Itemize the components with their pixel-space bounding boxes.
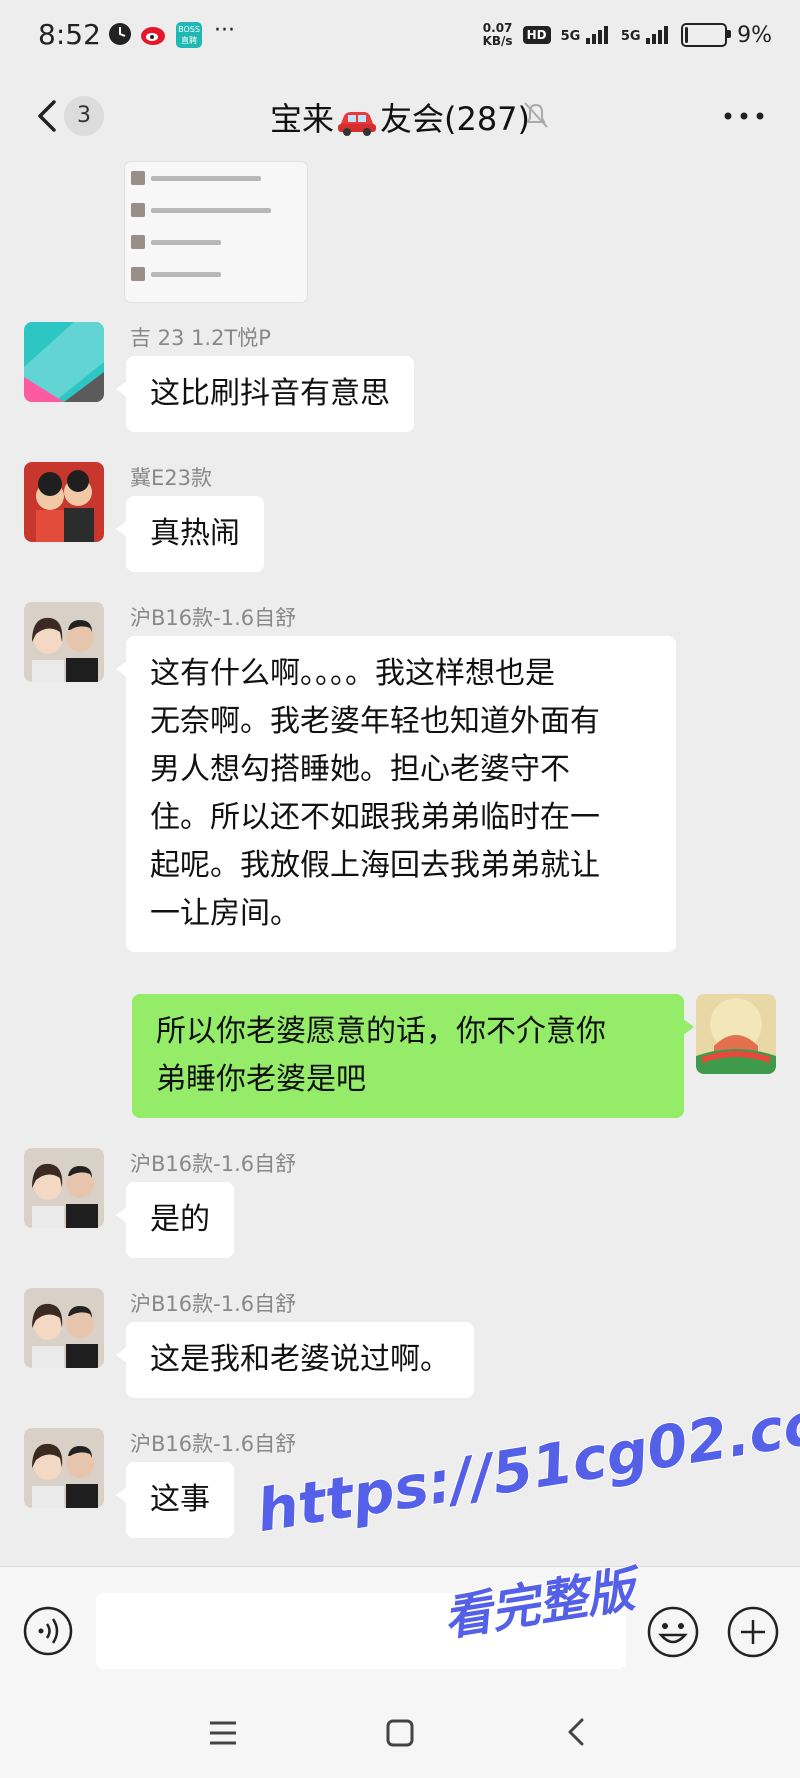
hd-badge: HD: [522, 26, 551, 44]
message-line: 弟睡你老婆是吧: [156, 1062, 366, 1097]
status-bar: 8:52 BOSS 直聘 ··· 0.07 KB/s HD 5G 5G 9%: [0, 0, 800, 76]
message-line: 所以你老婆愿意的话，你不介意你: [156, 1014, 606, 1049]
group-title-suffix: 友会(287): [379, 100, 531, 138]
message-line: 起呢。我放假上海回去我弟弟就让: [150, 848, 600, 883]
battery-icon: [681, 23, 732, 47]
bell-off-icon: [524, 102, 548, 128]
boss-app-badge-icon: BOSS 直聘: [176, 22, 202, 48]
message-bubble[interactable]: 真热闹: [116, 496, 264, 572]
avatar[interactable]: [24, 322, 104, 402]
avatar[interactable]: [696, 994, 776, 1074]
forwarded-chat-thumbnail[interactable]: [125, 162, 307, 302]
sender-name: 沪B16款-1.6自舒: [130, 1432, 297, 1456]
message-bubble[interactable]: 这有什么啊。。。。我这样想也是 无奈啊。我老婆年轻也知道外面有 男人想勾搭睡她。…: [116, 636, 676, 952]
more-notifications-icon: ···: [214, 18, 235, 43]
signal-1: 5G: [561, 26, 611, 44]
weibo-icon: [141, 27, 165, 45]
input-bar: [0, 1566, 800, 1695]
net-type-2: 5G: [620, 29, 641, 44]
avatar[interactable]: [24, 602, 104, 682]
group-title-prefix: 宝来: [269, 100, 334, 138]
avatar[interactable]: [24, 1288, 104, 1368]
voice-icon[interactable]: [22, 1605, 74, 1657]
signal-bars-icon: [585, 26, 608, 44]
avatar[interactable]: [24, 1148, 104, 1228]
message-line: 无奈啊。我老婆年轻也知道外面有: [150, 704, 600, 739]
emoji-icon[interactable]: [646, 1605, 700, 1659]
group-title: 宝来 友会(287): [0, 94, 800, 140]
net-type-1: 5G: [560, 29, 581, 44]
battery-percent: 9%: [737, 22, 772, 48]
chat-area[interactable]: 吉 23 1.2T悦P 这比刷抖音有意思 冀E23款 真热闹 沪B16款-1.6…: [0, 156, 800, 1566]
sender-name: 沪B16款-1.6自舒: [130, 1152, 297, 1176]
sender-name: 吉 23 1.2T悦P: [130, 326, 271, 350]
clock-app-icon: [109, 23, 131, 45]
status-right: 0.07 KB/s HD 5G 5G 9%: [483, 22, 772, 48]
message-line: 住。所以还不如跟我弟弟临时在一: [150, 800, 600, 835]
home-square-icon[interactable]: [385, 1718, 415, 1748]
plus-icon[interactable]: [726, 1605, 780, 1659]
net-speed-unit: KB/s: [482, 34, 513, 48]
menu-icon[interactable]: [208, 1718, 238, 1748]
sender-name: 沪B16款-1.6自舒: [130, 1292, 297, 1316]
message-line: 男人想勾搭睡她。担心老婆守不: [150, 752, 570, 787]
system-nav-bar: [0, 1694, 800, 1778]
avatar[interactable]: [24, 1428, 104, 1508]
message-bubble[interactable]: 是的: [116, 1182, 234, 1258]
more-dots-icon[interactable]: [724, 112, 764, 120]
car-emoji-icon: [337, 112, 376, 136]
message-line: 一让房间。: [150, 896, 300, 931]
signal-2: 5G: [621, 26, 671, 44]
sender-name: 沪B16款-1.6自舒: [130, 606, 297, 630]
message-bubble[interactable]: 所以你老婆愿意的话，你不介意你 弟睡你老婆是吧: [132, 994, 694, 1118]
sender-name: 冀E23款: [130, 466, 212, 490]
chat-header: 3 宝来 友会(287): [0, 76, 800, 156]
net-speed: 0.07 KB/s: [483, 22, 513, 48]
message-bubble[interactable]: 这事: [116, 1462, 234, 1538]
message-line: 这有什么啊。。。。我这样想也是: [150, 656, 555, 691]
message-bubble[interactable]: 这是我和老婆说过啊。: [116, 1322, 474, 1398]
nav-back-icon[interactable]: [562, 1716, 592, 1748]
battery-fill: [685, 27, 689, 43]
signal-bars-icon: [646, 26, 669, 44]
message-bubble[interactable]: 这比刷抖音有意思: [116, 356, 414, 432]
avatar[interactable]: [24, 462, 104, 542]
status-time: 8:52: [38, 18, 101, 51]
